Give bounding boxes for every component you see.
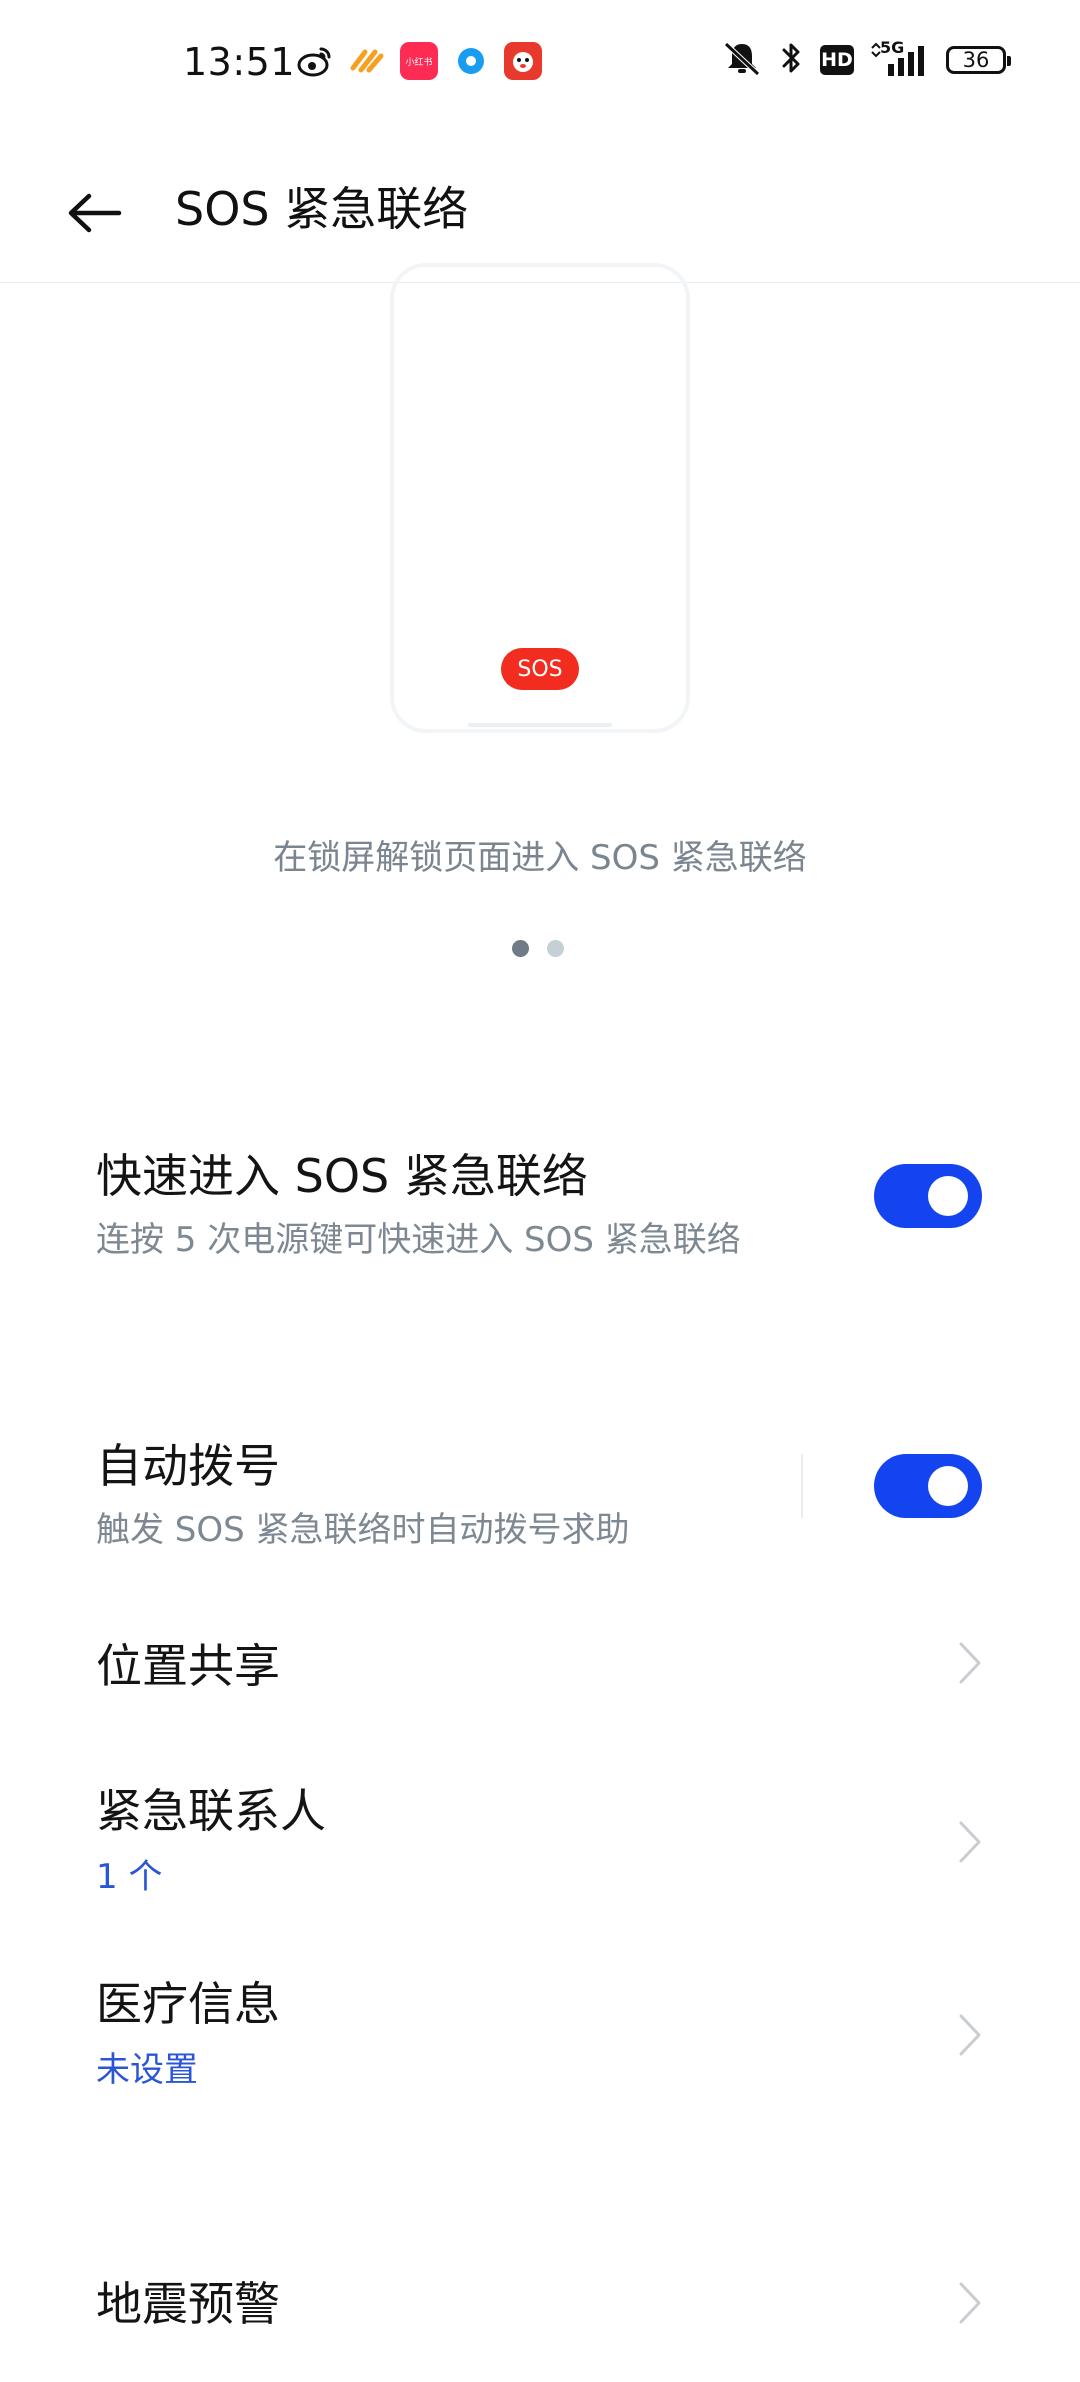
home-indicator — [468, 723, 612, 727]
setting-title: 位置共享 — [96, 1639, 280, 1693]
setting-medical-info[interactable]: 医疗信息 未设置 — [0, 1958, 1080, 2098]
setting-title: 快速进入 SOS 紧急联络 — [96, 1149, 588, 1203]
sos-badge: SOS — [501, 648, 579, 690]
setting-title: 医疗信息 — [96, 1977, 280, 2031]
back-button[interactable] — [60, 178, 130, 248]
app-header: SOS 紧急联络 — [0, 140, 1080, 283]
chevron-right-icon — [955, 2012, 985, 2058]
weibo-icon — [296, 42, 334, 80]
sos-illustration: SOS — [390, 263, 690, 753]
setting-auto-dial[interactable]: 自动拨号 触发 SOS 紧急联络时自动拨号求助 — [0, 1420, 1080, 1560]
setting-emergency-contacts[interactable]: 紧急联系人 1 个 — [0, 1765, 1080, 1905]
qq-browser-icon — [452, 42, 490, 80]
bluetooth-icon — [776, 40, 806, 80]
silent-bell-icon — [722, 40, 762, 80]
setting-title: 地震预警 — [96, 2277, 280, 2331]
toggle-knob — [928, 1176, 968, 1216]
setting-quick-sos[interactable]: 快速进入 SOS 紧急联络 连按 5 次电源键可快速进入 SOS 紧急联络 — [0, 1130, 1080, 1270]
setting-value: 1 个 — [96, 1857, 163, 1897]
divider — [801, 1454, 803, 1518]
notification-icons: 小红书 — [296, 42, 542, 80]
setting-subtitle: 触发 SOS 紧急联络时自动拨号求助 — [96, 1510, 630, 1550]
page-title: SOS 紧急联络 — [175, 182, 469, 236]
illustration-caption: 在锁屏解锁页面进入 SOS 紧急联络 — [273, 838, 807, 878]
chevron-right-icon — [955, 1819, 985, 1865]
setting-value: 未设置 — [96, 2050, 198, 2090]
hd-badge: HD — [820, 45, 854, 75]
carousel-dot-2[interactable] — [547, 940, 564, 957]
auto-dial-toggle[interactable] — [874, 1454, 982, 1518]
taobao-special-icon — [348, 42, 386, 80]
battery-level: 36 — [962, 48, 990, 72]
jd-icon — [504, 42, 542, 80]
battery-indicator: 36 — [946, 46, 1011, 74]
carousel-indicator[interactable] — [512, 940, 564, 957]
xiaohongshu-label: 小红书 — [405, 57, 433, 68]
chevron-right-icon — [955, 2280, 985, 2326]
quick-sos-toggle[interactable] — [874, 1164, 982, 1228]
setting-title: 自动拨号 — [96, 1439, 280, 1493]
toggle-knob — [928, 1466, 968, 1506]
setting-title: 紧急联系人 — [96, 1784, 326, 1838]
setting-earthquake-warning[interactable]: 地震预警 — [0, 2258, 1080, 2358]
carousel-dot-1[interactable] — [512, 940, 529, 957]
xiaohongshu-icon: 小红书 — [400, 42, 438, 80]
signal-5g-icon: 5G — [868, 38, 932, 78]
system-status-icons: HD 5G 36 — [722, 38, 1011, 80]
arrow-left-icon — [68, 193, 122, 233]
setting-subtitle: 连按 5 次电源键可快速进入 SOS 紧急联络 — [96, 1220, 741, 1260]
status-bar: 13:51 小红书 HD 5G 36 — [0, 0, 1080, 128]
setting-location-share[interactable]: 位置共享 — [0, 1620, 1080, 1720]
status-time: 13:51 — [183, 40, 296, 84]
chevron-right-icon — [955, 1640, 985, 1686]
